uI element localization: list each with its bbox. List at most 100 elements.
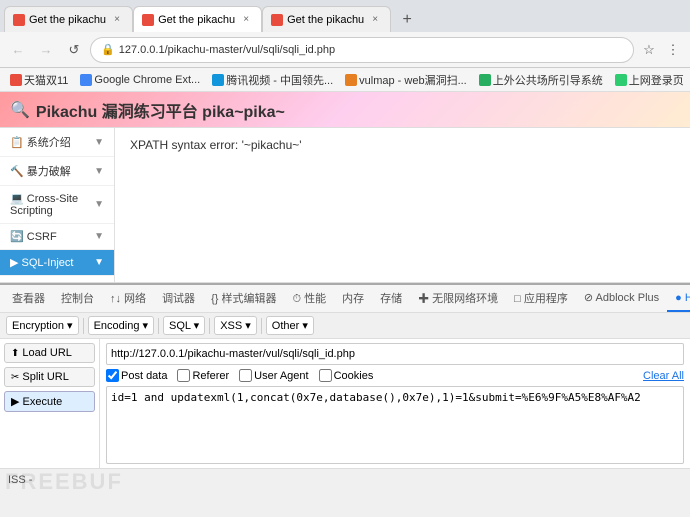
- sidebar-label-csrf: 🔄 CSRF: [10, 230, 57, 243]
- bookmark-tencent[interactable]: 腾讯视频 - 中国领先...: [208, 71, 337, 89]
- hackbar-referer-checkbox[interactable]: Referer: [177, 369, 229, 382]
- sidebar-item-intro[interactable]: 📋 系统介绍 ▼: [0, 128, 114, 157]
- browser-chrome: Get the pikachu × Get the pikachu × Get …: [0, 0, 690, 92]
- sep-1: [83, 318, 84, 334]
- app-logo-icon: 🔍: [10, 100, 30, 120]
- sidebar-label-xss: 💻 Cross-Site Scripting: [10, 192, 94, 217]
- hackbar-execute-button[interactable]: ▶ Execute: [4, 391, 95, 412]
- devtools-tab-apps[interactable]: □ 应用程序: [506, 285, 576, 312]
- bookmark-icon-chrome: [80, 74, 92, 86]
- devtools-tab-no-throttle[interactable]: ✚ 无限网络环境: [410, 285, 506, 312]
- hackbar-split-url-button[interactable]: ✂ Split URL: [4, 367, 95, 387]
- hackbar-right-panel: Post data Referer User Agent Cookies C: [100, 339, 690, 468]
- sidebar-item-sqli[interactable]: ▶ SQL-Inject ▼: [0, 250, 114, 276]
- hackbar-left-panel: ⬆ Load URL ✂ Split URL ▶ Execute: [0, 339, 100, 468]
- devtools-tab-hackbar[interactable]: ● HackBar: [667, 285, 690, 312]
- refresh-button[interactable]: ↺: [62, 38, 86, 62]
- hackbar-body-input[interactable]: [106, 386, 684, 464]
- hackbar-url-input[interactable]: [106, 343, 684, 365]
- devtools-tab-network[interactable]: ↑↓ 网络: [102, 285, 154, 312]
- bookmark-icon-tmall: [10, 74, 22, 86]
- sidebar-label-brute: 🔨 暴力破解: [10, 163, 71, 179]
- load-url-icon: ⬆: [11, 348, 19, 359]
- devtools-tab-performance[interactable]: ⏱ 性能: [284, 285, 334, 312]
- sep-3: [209, 318, 210, 334]
- hackbar-toolbar: Encryption ▾ Encoding ▾ SQL ▾ XSS ▾ Othe…: [0, 313, 690, 339]
- main-content: XPATH syntax error: '~pikachu~': [115, 128, 690, 282]
- devtools-tab-console[interactable]: 控制台: [53, 285, 102, 312]
- bookmark-star-icon[interactable]: ☆: [638, 39, 660, 61]
- bookmark-icon-vulmap: [345, 74, 357, 86]
- tab-title-3: Get the pikachu: [287, 14, 364, 26]
- hackbar-encryption-dropdown[interactable]: Encryption ▾: [6, 316, 79, 335]
- bookmark-icon-tencent: [212, 74, 224, 86]
- sidebar-item-brute[interactable]: 🔨 暴力破解 ▼: [0, 157, 114, 186]
- sidebar: 📋 系统介绍 ▼ 🔨 暴力破解 ▼ 💻 Cross-Site Scripting…: [0, 128, 115, 282]
- sidebar-arrow-sqli: ▼: [94, 257, 104, 268]
- bookmark-icon-login: [615, 74, 627, 86]
- tab-title-1: Get the pikachu: [29, 14, 106, 26]
- devtools-panel: 查看器 控制台 ↑↓ 网络 调试器 {} 样式编辑器 ⏱ 性能 内存 存储 ✚ …: [0, 283, 690, 468]
- hackbar-options-row: Post data Referer User Agent Cookies C: [106, 369, 684, 382]
- devtools-tab-memory[interactable]: 内存: [334, 285, 372, 312]
- devtools-tab-storage[interactable]: 存储: [372, 285, 410, 312]
- main-layout: 📋 系统介绍 ▼ 🔨 暴力破解 ▼ 💻 Cross-Site Scripting…: [0, 128, 690, 283]
- tab-favicon-2: [142, 14, 154, 26]
- tab-close-3[interactable]: ×: [368, 13, 382, 27]
- devtools-tab-elements[interactable]: 查看器: [4, 285, 53, 312]
- tab-favicon-3: [271, 14, 283, 26]
- bookmarks-bar: 天猫双11 Google Chrome Ext... 腾讯视频 - 中国领先..…: [0, 68, 690, 92]
- devtools-tab-style[interactable]: {} 样式编辑器: [203, 285, 284, 312]
- sidebar-item-xss[interactable]: 💻 Cross-Site Scripting ▼: [0, 186, 114, 224]
- address-text: 127.0.0.1/pikachu-master/vul/sqli/sqli_i…: [119, 44, 623, 56]
- hackbar-encoding-dropdown[interactable]: Encoding ▾: [88, 316, 154, 335]
- sidebar-item-csrf[interactable]: 🔄 CSRF ▼: [0, 224, 114, 250]
- sidebar-subitem-sqli-desc[interactable]: 概述: [0, 276, 114, 282]
- tab-3[interactable]: Get the pikachu ×: [262, 6, 391, 32]
- tab-favicon-1: [13, 14, 25, 26]
- bookmark-chrome-ext[interactable]: Google Chrome Ext...: [76, 73, 204, 87]
- devtools-tab-bar: 查看器 控制台 ↑↓ 网络 调试器 {} 样式编辑器 ⏱ 性能 内存 存储 ✚ …: [0, 285, 690, 313]
- tab-close-2[interactable]: ×: [239, 13, 253, 27]
- hackbar-xss-dropdown[interactable]: XSS ▾: [214, 316, 257, 335]
- bookmark-icon-guide: [479, 74, 491, 86]
- split-url-icon: ✂: [11, 372, 19, 383]
- tab-close-1[interactable]: ×: [110, 13, 124, 27]
- app-header: 🔍 Pikachu 漏洞练习平台 pika~pika~: [0, 92, 690, 128]
- back-button[interactable]: ←: [6, 38, 30, 62]
- tab-1[interactable]: Get the pikachu ×: [4, 6, 133, 32]
- bookmark-login[interactable]: 上网登录页: [611, 71, 688, 89]
- sidebar-arrow-csrf: ▼: [94, 231, 104, 242]
- sidebar-label-intro: 📋 系统介绍: [10, 134, 71, 150]
- hackbar-cookies-checkbox[interactable]: Cookies: [319, 369, 374, 382]
- bookmark-guide[interactable]: 上外公共场所引导系统: [475, 71, 607, 89]
- bookmark-tmall[interactable]: 天猫双11: [6, 71, 72, 89]
- hackbar-clear-all-button[interactable]: Clear All: [643, 370, 684, 382]
- more-options-icon[interactable]: ⋮: [662, 39, 684, 61]
- hackbar-url-row: [106, 343, 684, 365]
- hackbar-load-url-button[interactable]: ⬆ Load URL: [4, 343, 95, 363]
- hackbar-user-agent-checkbox[interactable]: User Agent: [239, 369, 308, 382]
- hackbar-other-dropdown[interactable]: Other ▾: [266, 316, 314, 335]
- app-title: Pikachu 漏洞练习平台 pika~pika~: [36, 98, 285, 122]
- devtools-tab-debugger[interactable]: 调试器: [154, 285, 203, 312]
- sidebar-arrow-xss: ▼: [94, 199, 104, 210]
- bookmark-vulmap[interactable]: vulmap - web漏洞扫...: [341, 71, 471, 89]
- hackbar-sql-dropdown[interactable]: SQL ▾: [163, 316, 205, 335]
- sidebar-label-sqli: ▶ SQL-Inject: [10, 256, 73, 269]
- tab-2[interactable]: Get the pikachu ×: [133, 6, 262, 32]
- sep-4: [261, 318, 262, 334]
- nav-bar: ← → ↺ 🔒 127.0.0.1/pikachu-master/vul/sql…: [0, 32, 690, 68]
- status-text: ISS -: [8, 474, 32, 486]
- xpath-error-message: XPATH syntax error: '~pikachu~': [130, 138, 675, 152]
- tab-title-2: Get the pikachu: [158, 14, 235, 26]
- address-bar[interactable]: 🔒 127.0.0.1/pikachu-master/vul/sqli/sqli…: [90, 37, 634, 63]
- address-lock-icon: 🔒: [101, 43, 115, 56]
- forward-button[interactable]: →: [34, 38, 58, 62]
- hackbar-post-data-checkbox[interactable]: Post data: [106, 369, 167, 382]
- hackbar-body: ⬆ Load URL ✂ Split URL ▶ Execute: [0, 339, 690, 468]
- devtools-tab-adblock[interactable]: ⊘ Adblock Plus: [576, 285, 667, 312]
- new-tab-button[interactable]: +: [395, 8, 419, 32]
- status-bar: ISS -: [0, 468, 690, 490]
- nav-right: ☆ ⋮: [638, 39, 684, 61]
